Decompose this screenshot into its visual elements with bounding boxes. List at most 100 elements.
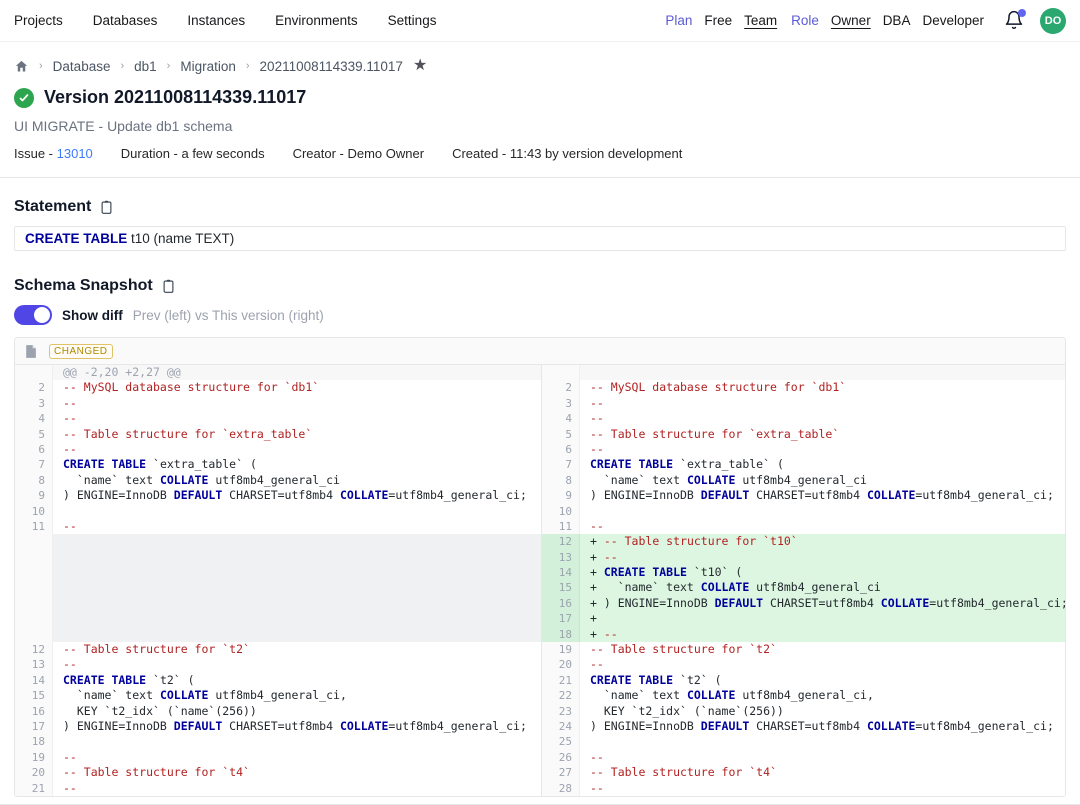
statement-heading: Statement bbox=[14, 198, 91, 216]
code-line: -- MySQL database structure for `db1` bbox=[580, 380, 1065, 395]
code-segment: t10 (name TEXT) bbox=[127, 231, 234, 246]
code-segment: utf8mb4_general_ci bbox=[735, 473, 867, 487]
diff-row: 21--28-- bbox=[15, 781, 1065, 796]
code-line: + -- Table structure for `t10` bbox=[580, 534, 1065, 549]
code-line bbox=[53, 734, 541, 749]
code-line: -- bbox=[580, 657, 1065, 672]
code-segment: DEFAULT bbox=[715, 596, 763, 610]
toggle-knob bbox=[34, 307, 50, 323]
nav-value-team[interactable]: Team bbox=[744, 13, 777, 28]
diff-left-side: 2-- MySQL database structure for `db1` bbox=[15, 380, 541, 395]
code-segment: -- Table structure for `extra_table` bbox=[63, 427, 312, 441]
nav-item-instances[interactable]: Instances bbox=[187, 13, 245, 28]
code-segment: + `name` text bbox=[590, 580, 701, 594]
diff-right-side: 10 bbox=[541, 504, 1065, 519]
diff-row: 3--3-- bbox=[15, 396, 1065, 411]
line-number bbox=[15, 534, 53, 549]
line-number: 25 bbox=[542, 734, 580, 749]
code-segment: -- bbox=[590, 750, 604, 764]
diff-right-side: 9) ENGINE=InnoDB DEFAULT CHARSET=utf8mb4… bbox=[541, 488, 1065, 503]
line-number: 7 bbox=[542, 457, 580, 472]
line-number: 27 bbox=[542, 765, 580, 780]
line-number: 14 bbox=[542, 565, 580, 580]
line-number: 20 bbox=[15, 765, 53, 780]
code-segment: -- bbox=[590, 411, 604, 425]
code-line: -- MySQL database structure for `db1` bbox=[53, 380, 541, 395]
diff-left-side bbox=[15, 611, 541, 626]
breadcrumb-item-2[interactable]: db1 bbox=[134, 59, 157, 74]
breadcrumb-separator: › bbox=[120, 60, 124, 72]
diff-left-side: 3-- bbox=[15, 396, 541, 411]
diff-left-side: 13-- bbox=[15, 657, 541, 672]
nav-value-dba[interactable]: DBA bbox=[883, 13, 911, 28]
code-segment: DEFAULT bbox=[174, 488, 222, 502]
diff-right-side: 20-- bbox=[541, 657, 1065, 672]
plan-switcher: Plan FreeTeam bbox=[665, 13, 777, 28]
code-line: -- bbox=[53, 519, 541, 534]
nav-item-environments[interactable]: Environments bbox=[275, 13, 358, 28]
nav-value-developer[interactable]: Developer bbox=[922, 13, 984, 28]
nav-item-databases[interactable]: Databases bbox=[93, 13, 158, 28]
code-segment: `extra_table` ( bbox=[146, 457, 257, 471]
nav-item-projects[interactable]: Projects bbox=[14, 13, 63, 28]
line-number: 3 bbox=[15, 396, 53, 411]
meta-item-2: Duration - a few seconds bbox=[121, 146, 265, 161]
diff-left-side: @@ -2,20 +2,27 @@ bbox=[15, 365, 541, 380]
diff-row: 14+ CREATE TABLE `t10` ( bbox=[15, 565, 1065, 580]
meta-text: Created - 11:43 by version development bbox=[452, 146, 682, 161]
nav-value-free[interactable]: Free bbox=[704, 13, 732, 28]
file-icon bbox=[24, 344, 37, 359]
star-icon[interactable]: ★ bbox=[413, 58, 427, 74]
notification-dot bbox=[1018, 9, 1026, 17]
show-diff-label: Show diff bbox=[62, 308, 123, 323]
code-line: -- bbox=[580, 411, 1065, 426]
breadcrumb-item-4[interactable]: 20211008114339.11017 bbox=[260, 59, 403, 74]
code-line: -- bbox=[53, 657, 541, 672]
code-line: CREATE TABLE `t2` ( bbox=[580, 673, 1065, 688]
code-segment: -- Table structure for `t2` bbox=[590, 642, 777, 656]
code-line: -- bbox=[53, 396, 541, 411]
code-segment: COLLATE bbox=[687, 688, 735, 702]
issue-link[interactable]: 13010 bbox=[57, 146, 93, 161]
line-number: 22 bbox=[542, 688, 580, 703]
copy-snapshot-icon[interactable] bbox=[161, 278, 176, 294]
diff-row: 4--4-- bbox=[15, 411, 1065, 426]
copy-statement-icon[interactable] bbox=[99, 199, 114, 215]
code-segment: CHARSET=utf8mb4 bbox=[763, 596, 881, 610]
top-nav: Projects Databases Instances Environments Se… bbox=[0, 0, 1080, 42]
nav-value-owner[interactable]: Owner bbox=[831, 13, 871, 28]
diff-left-side: 17) ENGINE=InnoDB DEFAULT CHARSET=utf8mb… bbox=[15, 719, 541, 734]
code-line: ) ENGINE=InnoDB DEFAULT CHARSET=utf8mb4 … bbox=[580, 488, 1065, 503]
diff-right-side: 19-- Table structure for `t2` bbox=[541, 642, 1065, 657]
diff-left-side: 21-- bbox=[15, 781, 541, 796]
code-segment: COLLATE bbox=[160, 688, 208, 702]
diff-left-side: 20-- Table structure for `t4` bbox=[15, 765, 541, 780]
avatar[interactable]: DO bbox=[1040, 8, 1066, 34]
code-segment: `extra_table` ( bbox=[673, 457, 784, 471]
code-line: `name` text COLLATE utf8mb4_general_ci bbox=[580, 473, 1065, 488]
code-segment: -- bbox=[63, 781, 77, 795]
diff-row: 16 KEY `t2_idx` (`name`(256))23 KEY `t2_… bbox=[15, 704, 1065, 719]
code-segment: =utf8mb4_general_ci; bbox=[929, 596, 1065, 610]
line-number: 10 bbox=[542, 504, 580, 519]
show-diff-toggle[interactable] bbox=[14, 305, 52, 325]
line-number bbox=[15, 627, 53, 642]
code-line bbox=[53, 627, 541, 642]
code-line bbox=[53, 580, 541, 595]
diff-right-side: 23 KEY `t2_idx` (`name`(256)) bbox=[541, 704, 1065, 719]
line-number bbox=[15, 550, 53, 565]
code-line: -- bbox=[580, 750, 1065, 765]
migration-subtitle: UI MIGRATE - Update db1 schema bbox=[14, 118, 1066, 134]
breadcrumb-item-1[interactable]: Database bbox=[53, 59, 111, 74]
line-number bbox=[15, 611, 53, 626]
code-line bbox=[580, 365, 1065, 380]
diff-left-side: 15 `name` text COLLATE utf8mb4_general_c… bbox=[15, 688, 541, 703]
code-line: + -- bbox=[580, 550, 1065, 565]
breadcrumb-item-3[interactable]: Migration bbox=[180, 59, 236, 74]
home-icon[interactable] bbox=[14, 59, 29, 74]
notification-bell-icon[interactable] bbox=[1004, 10, 1026, 32]
nav-item-settings[interactable]: Settings bbox=[388, 13, 437, 28]
code-line: -- bbox=[580, 442, 1065, 457]
schema-diff-panel: CHANGED @@ -2,20 +2,27 @@2-- MySQL datab… bbox=[14, 337, 1066, 797]
diff-left-side: 16 KEY `t2_idx` (`name`(256)) bbox=[15, 704, 541, 719]
